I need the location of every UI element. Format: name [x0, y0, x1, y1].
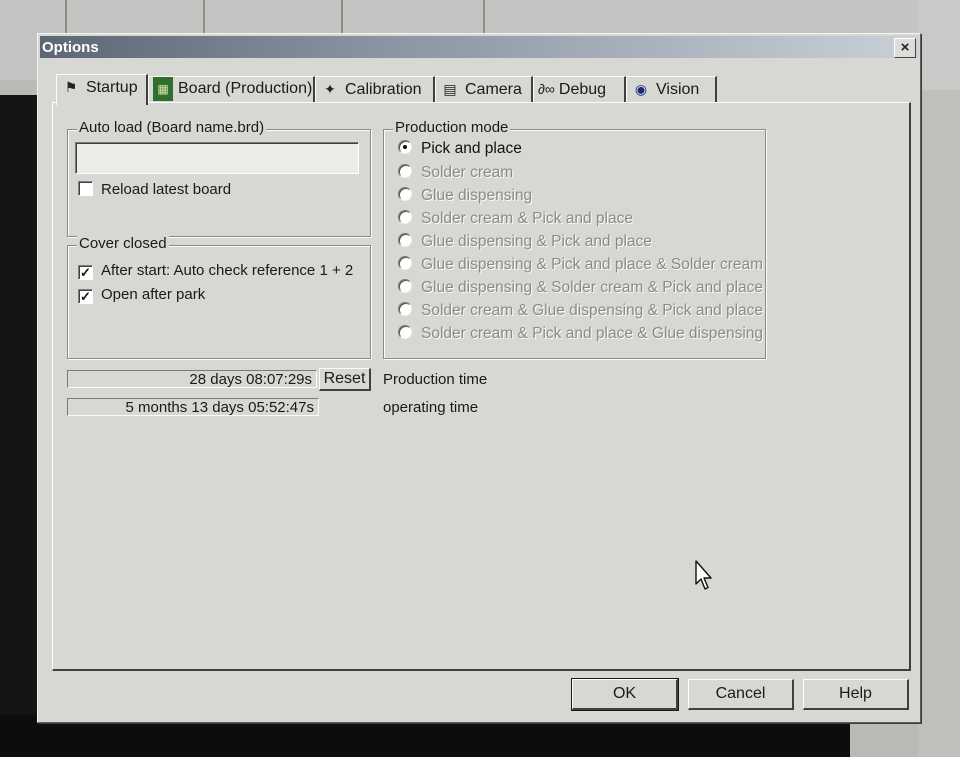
tab-label: Startup: [86, 79, 138, 96]
radio-icon[interactable]: [398, 210, 412, 224]
mode-option-label: Solder cream & Pick and place: [421, 210, 633, 227]
title-bar[interactable]: Options ×: [40, 36, 918, 58]
debug-icon: ∂∞: [538, 81, 555, 97]
calibration-icon: ✦: [324, 81, 336, 97]
mode-option[interactable]: Glue dispensing: [398, 187, 532, 205]
mode-option[interactable]: Solder cream & Pick and place: [398, 210, 633, 228]
radio-icon[interactable]: [398, 233, 412, 247]
tab-startup[interactable]: ⚑ Startup: [56, 74, 148, 105]
tab-label: Camera: [465, 81, 522, 98]
checkbox-label: Reload latest board: [101, 181, 232, 198]
tab-debug[interactable]: ∂∞ Debug: [533, 76, 626, 103]
board-icon: ▦: [153, 77, 173, 101]
mode-option[interactable]: Solder cream & Glue dispensing & Pick an…: [398, 302, 763, 320]
tab-label: Board (Production): [178, 80, 313, 97]
tab-label: Vision: [656, 81, 700, 98]
background-right-area: [918, 90, 960, 757]
mode-option[interactable]: Glue dispensing & Solder cream & Pick an…: [398, 279, 763, 297]
ok-button[interactable]: OK: [571, 678, 679, 711]
cover-closed-label: Cover closed: [77, 235, 169, 252]
checkbox-box[interactable]: [78, 181, 93, 196]
startup-icon: ⚑: [64, 79, 78, 95]
checkbox-label: After start: Auto check reference 1 + 2: [101, 262, 354, 279]
production-mode-group: Production mode Pick and place Solder cr…: [383, 119, 766, 359]
options-dialog: Options × ⚑ Startup ▦ Board (Production) ✦…: [37, 33, 921, 723]
camera-icon: ▤: [443, 81, 457, 97]
radio-icon[interactable]: [398, 256, 412, 270]
close-icon: ×: [900, 39, 910, 56]
mode-option-label: Glue dispensing: [421, 187, 533, 204]
mode-option-label: Pick and place: [421, 140, 522, 157]
radio-selected-icon[interactable]: [398, 140, 412, 154]
mode-option[interactable]: Glue dispensing & Pick and place: [398, 233, 652, 251]
auto-load-group: Auto load (Board name.brd) Reload latest…: [67, 119, 371, 237]
auto-load-label: Auto load (Board name.brd): [77, 119, 267, 136]
mode-option-label: Glue dispensing & Pick and place: [421, 233, 652, 250]
mode-option-label: Glue dispensing & Solder cream & Pick an…: [421, 279, 764, 296]
radio-icon[interactable]: [398, 164, 412, 178]
tab-board-production[interactable]: ▦ Board (Production): [148, 76, 315, 103]
startup-panel: Auto load (Board name.brd) Reload latest…: [52, 102, 911, 671]
production-time-value: 28 days 08:07:29s: [67, 370, 317, 388]
tab-label: Debug: [558, 81, 607, 98]
radio-icon[interactable]: [398, 187, 412, 201]
operating-time-value: 5 months 13 days 05:52:47s: [67, 398, 319, 416]
help-button[interactable]: Help: [803, 679, 909, 710]
mode-option-label: Solder cream & Pick and place & Glue dis…: [421, 325, 764, 342]
dialog-title: Options: [42, 39, 99, 56]
mode-option-label: Solder cream & Glue dispensing & Pick an…: [421, 302, 764, 319]
open-after-park-checkbox[interactable]: ✓ Open after park: [78, 286, 205, 304]
mode-option[interactable]: Solder cream & Pick and place & Glue dis…: [398, 325, 763, 343]
tab-calibration[interactable]: ✦ Calibration: [315, 76, 435, 103]
tab-vision[interactable]: ◉ Vision: [626, 76, 717, 103]
radio-icon[interactable]: [398, 279, 412, 293]
mode-option[interactable]: Glue dispensing & Pick and place & Solde…: [398, 256, 763, 274]
mode-option-label: Glue dispensing & Pick and place & Solde…: [421, 256, 764, 273]
mouse-cursor-icon: [695, 560, 712, 590]
reload-latest-board-checkbox[interactable]: Reload latest board: [78, 181, 231, 198]
mode-option-label: Solder cream: [421, 164, 514, 181]
cancel-button[interactable]: Cancel: [688, 679, 794, 710]
mode-option[interactable]: Solder cream: [398, 164, 513, 182]
cover-closed-group: Cover closed ✓ After start: Auto check re…: [67, 235, 371, 359]
production-mode-label: Production mode: [393, 119, 511, 136]
close-button[interactable]: ×: [894, 38, 916, 58]
checkmark-icon[interactable]: ✓: [78, 289, 93, 304]
tab-camera[interactable]: ▤ Camera: [435, 76, 533, 103]
tab-label: Calibration: [345, 81, 422, 98]
checkbox-label: Open after park: [101, 286, 206, 303]
eye-icon: ◉: [634, 81, 648, 97]
radio-icon[interactable]: [398, 325, 412, 339]
production-time-label: Production time: [383, 371, 488, 388]
board-name-input[interactable]: [75, 142, 359, 174]
operating-time-label: operating time: [383, 399, 479, 416]
radio-icon[interactable]: [398, 302, 412, 316]
reset-button[interactable]: Reset: [319, 368, 371, 391]
auto-check-reference-checkbox[interactable]: ✓ After start: Auto check reference 1 + 2: [78, 262, 353, 280]
checkmark-icon[interactable]: ✓: [78, 265, 93, 280]
mode-option[interactable]: Pick and place: [398, 140, 522, 158]
